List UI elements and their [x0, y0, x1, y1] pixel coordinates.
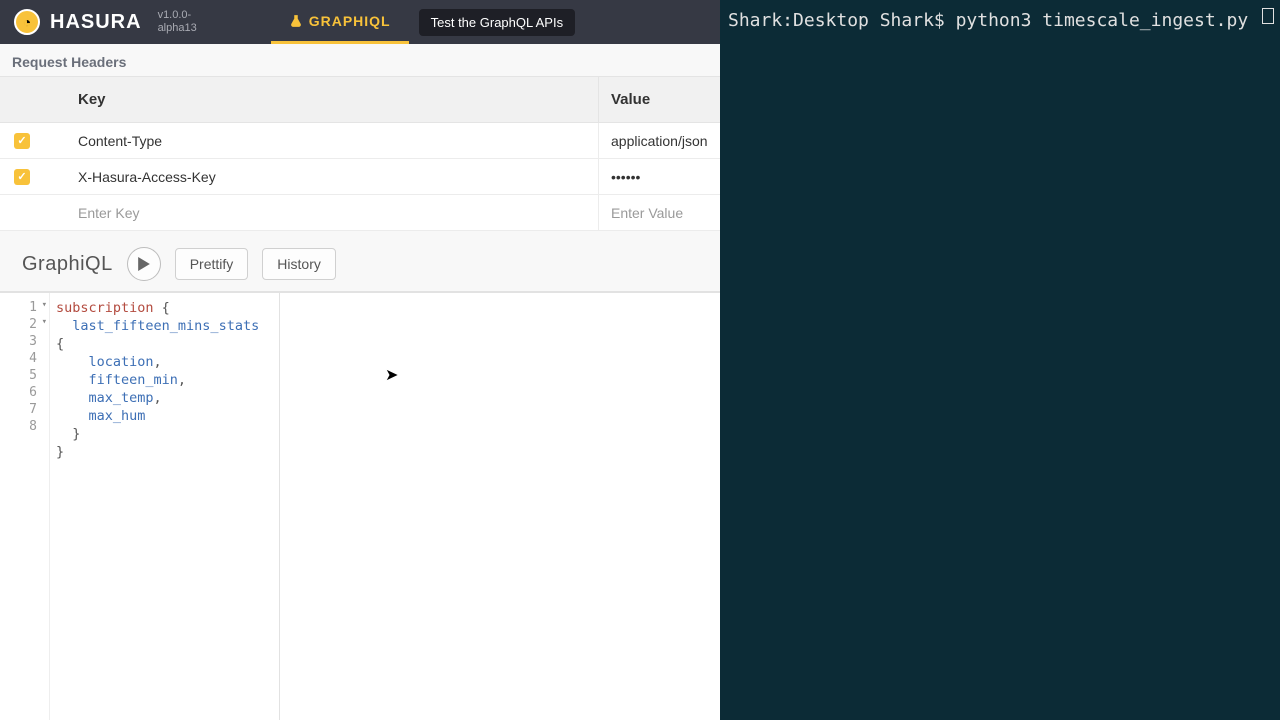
header-key[interactable]: Content-Type	[44, 133, 598, 149]
table-row: ✓ Content-Type application/json	[0, 123, 720, 159]
new-key-input[interactable]	[78, 205, 586, 221]
line-number: 1	[0, 299, 49, 316]
line-number: 5	[0, 367, 49, 384]
header-key[interactable]: X-Hasura-Access-Key	[44, 169, 598, 185]
tab-bar: GRAPHIQL Test the GraphQL APIs	[271, 0, 575, 44]
line-gutter: 1 2 3 4 5 6 7 8	[0, 293, 50, 720]
graphiql-toolbar: GraphiQL Prettify History	[0, 231, 720, 292]
brand-name: HASURA	[50, 11, 142, 34]
version-label: v1.0.0- alpha13	[158, 9, 197, 35]
execute-button[interactable]	[127, 247, 161, 281]
table-row: ✓ X-Hasura-Access-Key ••••••	[0, 159, 720, 195]
terminal-pane[interactable]: Shark:Desktop Shark$ python3 timescale_i…	[720, 0, 1280, 720]
row-checkbox[interactable]: ✓	[14, 169, 30, 185]
line-number: 3	[0, 333, 49, 350]
line-number: 2	[0, 316, 49, 333]
query-editor[interactable]: subscription { last_fifteen_mins_stats {…	[50, 293, 280, 720]
hasura-console: ◔ HASURA v1.0.0- alpha13 GRAPHIQL Test t…	[0, 0, 720, 720]
headers-table: Key Value ✓ Content-Type application/jso…	[0, 76, 720, 231]
flask-icon	[289, 14, 303, 28]
headers-table-head: Key Value	[0, 76, 720, 123]
line-number: 7	[0, 401, 49, 418]
editor-area: 1 2 3 4 5 6 7 8 subscription { last_fift…	[0, 292, 720, 720]
header-value[interactable]: ••••••	[598, 159, 720, 194]
result-pane	[280, 293, 720, 720]
header-value[interactable]: application/json	[598, 123, 720, 158]
tab-graphiql-label: GRAPHIQL	[309, 13, 391, 29]
col-value-header: Value	[598, 77, 720, 122]
play-icon	[138, 257, 150, 271]
tab-tooltip: Test the GraphQL APIs	[419, 9, 575, 36]
new-value-input[interactable]	[611, 205, 708, 221]
table-row	[0, 195, 720, 231]
col-key-header: Key	[0, 77, 598, 122]
terminal-cursor	[1262, 8, 1274, 24]
terminal-prompt: Shark:Desktop Shark$	[728, 10, 956, 31]
terminal-command: python3 timescale_ingest.py	[956, 10, 1249, 31]
topbar: ◔ HASURA v1.0.0- alpha13 GRAPHIQL Test t…	[0, 0, 720, 44]
hasura-logo-icon: ◔	[14, 9, 40, 35]
row-checkbox[interactable]: ✓	[14, 133, 30, 149]
request-headers-title: Request Headers	[0, 44, 720, 76]
history-button[interactable]: History	[262, 248, 336, 280]
logo-block: ◔ HASURA v1.0.0- alpha13	[0, 9, 211, 35]
graphiql-title: GraphiQL	[22, 253, 113, 276]
tab-graphiql[interactable]: GRAPHIQL	[271, 0, 409, 44]
line-number: 4	[0, 350, 49, 367]
prettify-button[interactable]: Prettify	[175, 248, 249, 280]
line-number: 8	[0, 418, 49, 435]
line-number: 6	[0, 384, 49, 401]
